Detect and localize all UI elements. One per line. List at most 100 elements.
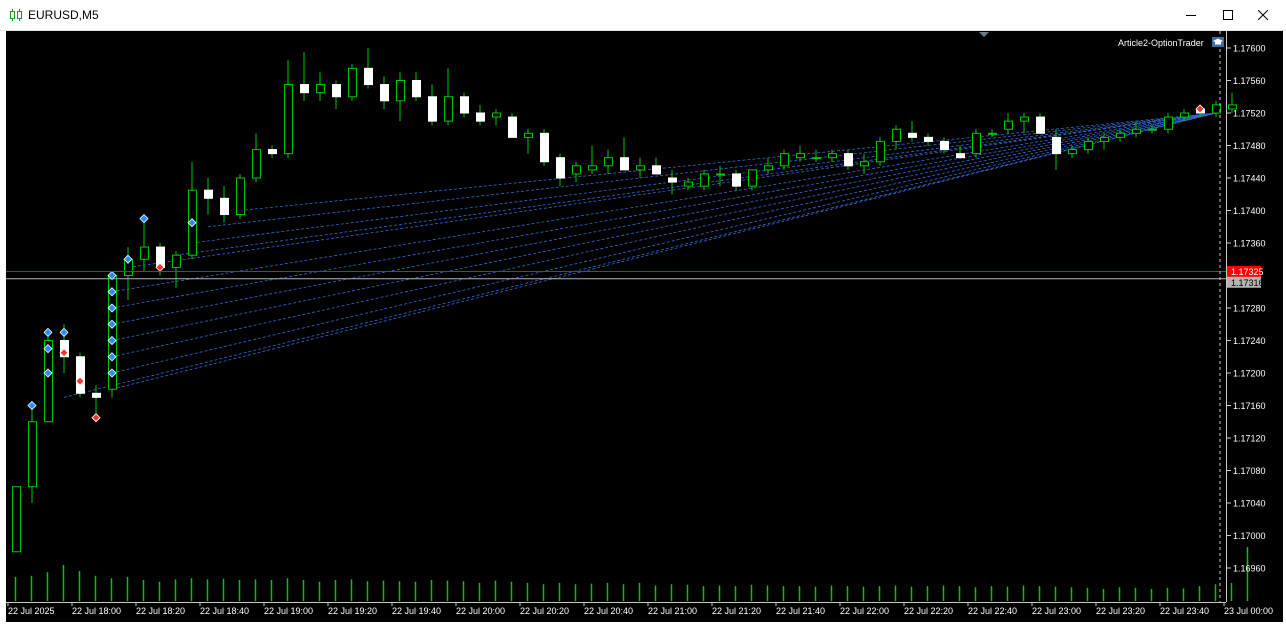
candle-body [988,132,997,135]
candle [588,145,597,174]
candle-body [508,116,517,138]
candle [1084,137,1093,154]
candle-body [892,128,901,142]
candle [892,125,901,150]
candle [1020,113,1029,134]
candle [476,104,485,126]
candle-body [1036,116,1045,134]
time-label: 22 Jul 21:00 [648,606,697,616]
price-label: 1.17000 [1233,531,1266,541]
time-label: 22 Jul 19:40 [392,606,441,616]
candle [956,145,965,159]
candle [380,76,389,109]
candle-body [300,84,309,94]
candle [700,169,709,191]
candle [796,145,805,162]
buy-signal-icon [139,214,149,224]
candle-body [76,356,85,394]
candlesticks [12,48,1237,553]
price-label: 1.17240 [1233,336,1266,346]
candle-body [316,84,325,94]
candle [988,129,997,138]
candle [428,84,437,126]
candle-body [860,161,869,167]
ask-price-label: 1.17325 [1231,267,1264,277]
candle [460,92,469,118]
candle [348,64,357,101]
candle-body [876,140,885,163]
time-axis: 22 Jul 2025 22 Jul 18:00 22 Jul 18:20 22 Ju… [7,602,1273,616]
trend-line [63,112,1217,398]
trend-line [111,112,1217,358]
candle [172,251,181,288]
price-label: 1.17200 [1233,369,1266,379]
candle [844,149,853,170]
candle [76,352,85,398]
candle-body [396,80,405,102]
candle-body [412,80,421,98]
candle-body [428,96,437,122]
candle-body [172,254,181,268]
candle-body [972,132,981,155]
time-label: 22 Jul 21:20 [712,606,761,616]
candle [684,178,693,191]
candle-body [364,67,373,86]
candle [444,68,453,126]
time-label: 22 Jul 18:00 [72,606,121,616]
candle [316,72,325,101]
maximize-icon [1223,10,1233,20]
candle [540,129,549,166]
bid-price-label: 1.17316 [1231,278,1264,288]
candle-body [1004,120,1013,130]
candle-body [140,246,149,260]
trend-line [111,112,1217,341]
close-button[interactable] [1240,0,1286,30]
candle [732,169,741,191]
price-label: 1.17080 [1233,466,1266,476]
candle-body [460,96,469,114]
trend-line [111,112,1217,374]
time-label: 22 Jul 2025 [8,606,55,616]
candle [556,153,565,187]
candle-body [268,149,277,155]
candle-body [924,136,933,142]
candle [1036,113,1045,134]
candle-body [332,84,341,98]
expert-label: Article2-OptionTrader [1118,38,1204,48]
candle [620,137,629,171]
candle [1164,113,1173,134]
candle-body [236,177,245,216]
time-label: 22 Jul 20:40 [584,606,633,616]
candle-body [1132,128,1141,134]
candle-body [828,153,837,159]
time-label: 22 Jul 23:00 [1032,606,1081,616]
candle-body [348,67,357,98]
chart-shift-marker[interactable] [979,32,989,37]
time-label: 22 Jul 19:00 [264,606,313,616]
candle [124,247,133,300]
price-label: 1.17120 [1233,434,1266,444]
candle [492,108,501,126]
candle-body [1164,116,1173,130]
time-label: 22 Jul 19:20 [328,606,377,616]
price-label: 1.17520 [1233,109,1266,119]
candle-body [684,181,693,187]
candle-body [812,157,821,160]
candle-body [732,173,741,187]
window-titlebar: EURUSD,M5 [0,0,1286,31]
candle [12,486,21,553]
price-label: 1.17480 [1233,141,1266,151]
price-label: 1.17600 [1233,44,1266,54]
candle-body [572,165,581,175]
candle [780,149,789,170]
candle-body [1068,149,1077,155]
buy-signal-icon [59,327,69,337]
candle [636,157,645,178]
time-label: 22 Jul 18:20 [136,606,185,616]
time-label: 22 Jul 23:20 [1096,606,1145,616]
candle [364,48,373,89]
candle-body [1100,136,1109,142]
candle-body [908,132,917,138]
price-chart[interactable]: 1.17600 1.17560 1.17520 1.17480 1.17440 1.174… [6,31,1283,622]
candle [860,153,869,174]
